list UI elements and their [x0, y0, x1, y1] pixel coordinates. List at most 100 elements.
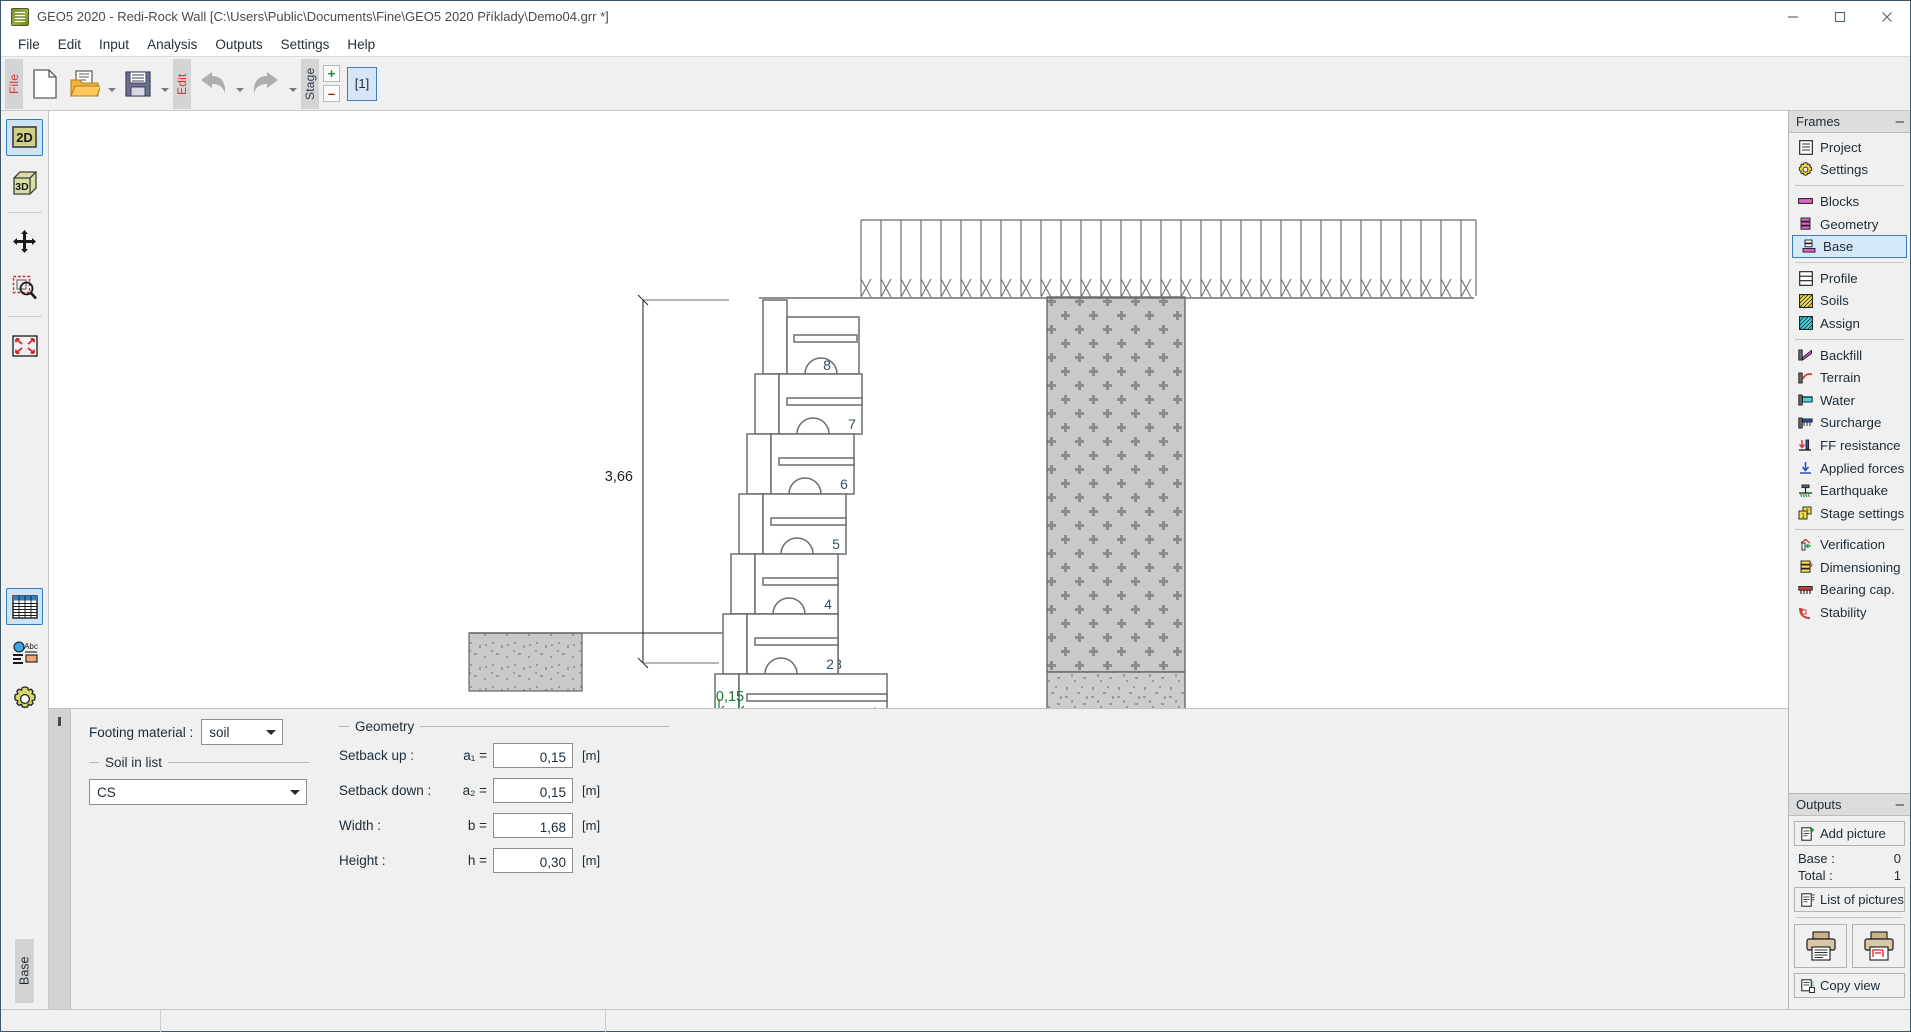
window-controls	[1769, 1, 1910, 33]
frame-bearing-cap[interactable]: Bearing cap.	[1789, 579, 1910, 602]
menu-bar: File Edit Input Analysis Outputs Setting…	[1, 33, 1910, 57]
menu-help[interactable]: Help	[338, 34, 384, 56]
menu-outputs[interactable]: Outputs	[206, 34, 271, 56]
frame-backfill[interactable]: Backfill	[1789, 344, 1910, 367]
main-toolbar: File Edit Stage + – [1]	[1, 57, 1910, 111]
frame-settings[interactable]: Settings	[1789, 159, 1910, 182]
toolbar-file-group-label: File	[5, 58, 23, 109]
width-row: Width : b = 1,68 [m]	[339, 813, 669, 838]
setback-down-input[interactable]: 0,15	[493, 778, 573, 803]
frame-earthquake[interactable]: Earthquake	[1789, 479, 1910, 502]
copy-view-button[interactable]: 1 Copy view	[1794, 973, 1905, 998]
save-button[interactable]	[118, 62, 158, 106]
frame-applied-forces[interactable]: Applied forces	[1789, 457, 1910, 480]
add-picture-button[interactable]: Add picture	[1794, 821, 1905, 846]
undo-dropdown-arrow[interactable]	[233, 62, 246, 106]
frame-ff-resistance[interactable]: FF resistance	[1789, 434, 1910, 457]
frames-separator-3	[1795, 338, 1904, 340]
print-document-button[interactable]	[1794, 924, 1847, 968]
zoom-all-tool-button[interactable]	[6, 327, 43, 364]
frame-stage-settings[interactable]: 21 Stage settings	[1789, 502, 1910, 525]
menu-analysis[interactable]: Analysis	[138, 34, 206, 56]
frames-separator-1	[1795, 185, 1904, 187]
menu-settings[interactable]: Settings	[272, 34, 339, 56]
toolbar-edit-group-label: Edit	[173, 58, 191, 109]
backfill-icon	[1797, 347, 1814, 364]
frame-label: Stability	[1820, 605, 1867, 621]
open-file-dropdown-arrow[interactable]	[105, 62, 118, 106]
menu-file[interactable]: File	[9, 34, 49, 56]
height-input[interactable]: 0,30	[493, 848, 573, 873]
frame-terrain[interactable]: Terrain	[1789, 366, 1910, 389]
print-picture-button[interactable]	[1852, 924, 1905, 968]
frame-label: Stage settings	[1820, 505, 1905, 521]
frame-blocks[interactable]: Blocks	[1789, 190, 1910, 213]
footing-material-select[interactable]: soil	[201, 719, 284, 745]
frame-soils[interactable]: Soils	[1789, 290, 1910, 313]
chevron-down-icon[interactable]	[261, 721, 282, 743]
frame-assign[interactable]: Assign	[1789, 312, 1910, 335]
frame-label: Geometry	[1820, 216, 1879, 232]
close-button[interactable]	[1863, 1, 1910, 33]
pan-tool-button[interactable]	[6, 223, 43, 260]
undo-button[interactable]	[193, 62, 233, 106]
outputs-minimize-button[interactable]: –	[1896, 797, 1904, 812]
chevron-down-icon[interactable]	[285, 781, 305, 803]
frame-label: Soils	[1820, 293, 1849, 309]
redo-dropdown-arrow[interactable]	[286, 62, 299, 106]
setback-up-input[interactable]: 0,15	[493, 743, 573, 768]
redo-button[interactable]	[246, 62, 286, 106]
table-view-button[interactable]	[6, 588, 43, 625]
drawing-canvas[interactable]: 8 7 6 5 4 2 3,66 0,15	[49, 111, 1788, 709]
options-gear-button[interactable]	[6, 680, 43, 717]
add-picture-label: Add picture	[1820, 826, 1886, 841]
print-picture-icon	[1863, 931, 1894, 961]
width-input[interactable]: 1,68	[493, 813, 573, 838]
right-panel: Frames – Project Settings Blocks Geometr…	[1788, 111, 1910, 1009]
footing-material-label: Footing material :	[89, 724, 194, 740]
earthquake-icon	[1797, 482, 1814, 499]
frame-profile[interactable]: Profile	[1789, 267, 1910, 290]
frame-project[interactable]: Project	[1789, 136, 1910, 159]
maximize-button[interactable]	[1816, 1, 1863, 33]
setback-up-unit: [m]	[582, 748, 601, 763]
view-2d-button[interactable]: 2D	[6, 119, 43, 156]
frame-base[interactable]: Base	[1792, 235, 1907, 258]
surcharge-icon	[1797, 414, 1814, 431]
frame-label: FF resistance	[1820, 437, 1901, 453]
frame-label: Assign	[1820, 315, 1860, 331]
base-icon	[1800, 238, 1817, 255]
list-of-pictures-button[interactable]: List of pictures	[1794, 887, 1905, 912]
drawing-settings-button[interactable]: Abc	[6, 634, 43, 671]
save-dropdown-arrow[interactable]	[158, 62, 171, 106]
stage-remove-button[interactable]: –	[323, 85, 340, 102]
frame-label: Terrain	[1820, 370, 1861, 386]
stage-tab-1[interactable]: [1]	[347, 66, 377, 101]
frame-surcharge[interactable]: Surcharge	[1789, 412, 1910, 435]
frame-geometry[interactable]: Geometry	[1789, 213, 1910, 236]
new-document-button[interactable]	[25, 62, 65, 106]
frame-verification[interactable]: Verification	[1789, 534, 1910, 557]
menu-input[interactable]: Input	[90, 34, 138, 56]
base-input-form: Footing material : soil Soil in list CS …	[49, 709, 1788, 1009]
zoom-window-tool-button[interactable]	[6, 269, 43, 306]
view-3d-button[interactable]: 3D	[6, 165, 43, 202]
frame-dimensioning[interactable]: Dimensioning	[1789, 556, 1910, 579]
left-vertical-tab-base[interactable]: Base	[15, 939, 34, 1003]
setback-down-symbol: a₂ =	[462, 783, 487, 798]
soil-in-list-select[interactable]: CS	[89, 779, 307, 805]
open-file-button[interactable]	[65, 62, 105, 106]
frame-label: Base	[1823, 239, 1854, 255]
total-count-value: 1	[1893, 868, 1901, 883]
svg-text:Abc: Abc	[24, 642, 38, 651]
minimize-button[interactable]	[1769, 1, 1816, 33]
form-resize-handle[interactable]	[49, 709, 71, 1009]
frame-label: Water	[1820, 392, 1855, 408]
water-icon	[1797, 392, 1814, 409]
terrain-icon	[1797, 369, 1814, 386]
frame-stability[interactable]: Stability	[1789, 601, 1910, 624]
frames-minimize-button[interactable]: –	[1896, 114, 1904, 129]
stage-add-button[interactable]: +	[323, 65, 340, 82]
menu-edit[interactable]: Edit	[49, 34, 90, 56]
frame-water[interactable]: Water	[1789, 389, 1910, 412]
